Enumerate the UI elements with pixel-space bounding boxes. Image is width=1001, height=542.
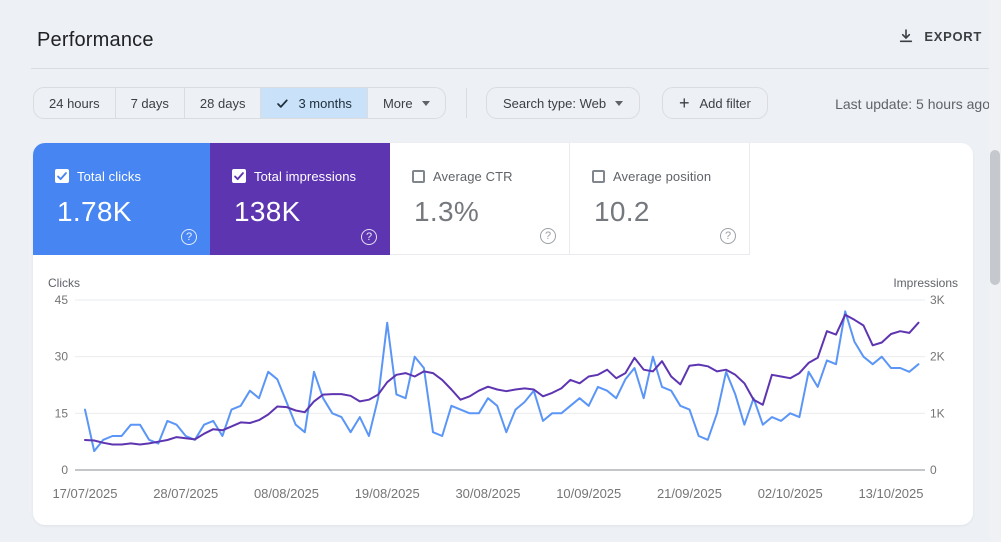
average-ctr-card[interactable]: Average CTR 1.3% ? bbox=[390, 143, 570, 255]
svg-text:21/09/2025: 21/09/2025 bbox=[657, 486, 722, 501]
scrollbar-thumb[interactable] bbox=[990, 150, 1000, 285]
svg-text:3K: 3K bbox=[930, 293, 945, 307]
chevron-down-icon bbox=[422, 101, 430, 106]
download-icon bbox=[898, 28, 914, 44]
svg-text:30/08/2025: 30/08/2025 bbox=[455, 486, 520, 501]
range-chip-more[interactable]: More bbox=[367, 88, 445, 118]
metric-label: Average position bbox=[613, 169, 711, 184]
svg-text:15: 15 bbox=[55, 406, 69, 420]
metric-value: 1.3% bbox=[414, 196, 553, 228]
svg-text:0: 0 bbox=[61, 463, 68, 477]
metric-cards-row: Total clicks 1.78K ? Total impressions 1… bbox=[33, 143, 973, 255]
svg-text:10/09/2025: 10/09/2025 bbox=[556, 486, 621, 501]
svg-text:2K: 2K bbox=[930, 350, 945, 364]
range-chip-label: 3 months bbox=[298, 96, 351, 111]
performance-chart: 0 15 30 45 0 1K 2K 3K Clicks Impressions 17/07/202… bbox=[33, 275, 973, 525]
svg-text:0: 0 bbox=[930, 463, 937, 477]
range-chip-label: 7 days bbox=[131, 96, 169, 111]
scrollbar-track[interactable] bbox=[989, 0, 1001, 542]
search-type-chip[interactable]: Search type: Web bbox=[486, 87, 640, 119]
range-chip-label: 24 hours bbox=[49, 96, 100, 111]
total-impressions-checkbox[interactable] bbox=[232, 169, 246, 183]
svg-text:30: 30 bbox=[55, 350, 69, 364]
svg-text:13/10/2025: 13/10/2025 bbox=[858, 486, 923, 501]
average-position-checkbox[interactable] bbox=[592, 170, 605, 183]
metric-label: Total clicks bbox=[77, 169, 141, 184]
total-clicks-card[interactable]: Total clicks 1.78K ? bbox=[33, 143, 210, 255]
range-chip-7-days[interactable]: 7 days bbox=[115, 88, 184, 118]
total-clicks-checkbox[interactable] bbox=[55, 169, 69, 183]
svg-text:Impressions: Impressions bbox=[893, 276, 958, 290]
header-divider bbox=[31, 68, 1001, 69]
range-chip-28-days[interactable]: 28 days bbox=[184, 88, 261, 118]
svg-text:02/10/2025: 02/10/2025 bbox=[758, 486, 823, 501]
metric-value: 1.78K bbox=[57, 196, 194, 228]
average-position-card[interactable]: Average position 10.2 ? bbox=[570, 143, 750, 255]
chevron-down-icon bbox=[615, 101, 623, 106]
svg-text:28/07/2025: 28/07/2025 bbox=[153, 486, 218, 501]
metric-label: Average CTR bbox=[433, 169, 513, 184]
svg-text:1K: 1K bbox=[930, 406, 945, 420]
performance-chart-svg: 0 15 30 45 0 1K 2K 3K Clicks Impressions 17/07/202… bbox=[33, 275, 973, 525]
search-type-label: Search type: Web bbox=[503, 96, 606, 111]
help-icon[interactable]: ? bbox=[540, 228, 556, 244]
help-icon[interactable]: ? bbox=[361, 229, 377, 245]
export-button[interactable]: EXPORT bbox=[898, 28, 982, 44]
metric-value: 10.2 bbox=[594, 196, 733, 228]
svg-text:45: 45 bbox=[55, 293, 69, 307]
check-icon bbox=[276, 97, 289, 110]
range-chip-label: More bbox=[383, 96, 413, 111]
metric-value: 138K bbox=[234, 196, 374, 228]
export-label: EXPORT bbox=[924, 29, 982, 44]
range-chip-label: 28 days bbox=[200, 96, 246, 111]
page-title: Performance bbox=[37, 29, 154, 52]
range-chip-3-months[interactable]: 3 months bbox=[260, 88, 366, 118]
date-range-chip-group: 24 hours 7 days 28 days 3 months More bbox=[33, 87, 446, 119]
last-update-text: Last update: 5 hours ago bbox=[835, 96, 990, 112]
total-impressions-card[interactable]: Total impressions 138K ? bbox=[210, 143, 390, 255]
average-ctr-checkbox[interactable] bbox=[412, 170, 425, 183]
svg-text:Clicks: Clicks bbox=[48, 276, 80, 290]
add-filter-label: Add filter bbox=[700, 96, 751, 111]
svg-text:08/08/2025: 08/08/2025 bbox=[254, 486, 319, 501]
add-filter-chip[interactable]: + Add filter bbox=[662, 87, 768, 119]
help-icon[interactable]: ? bbox=[720, 228, 736, 244]
range-chip-24-hours[interactable]: 24 hours bbox=[34, 88, 115, 118]
help-icon[interactable]: ? bbox=[181, 229, 197, 245]
plus-icon: + bbox=[679, 94, 690, 112]
toolbar-separator bbox=[466, 88, 467, 118]
svg-text:19/08/2025: 19/08/2025 bbox=[355, 486, 420, 501]
metric-label: Total impressions bbox=[254, 169, 356, 184]
svg-text:17/07/2025: 17/07/2025 bbox=[52, 486, 117, 501]
performance-panel: Total clicks 1.78K ? Total impressions 1… bbox=[33, 143, 973, 525]
